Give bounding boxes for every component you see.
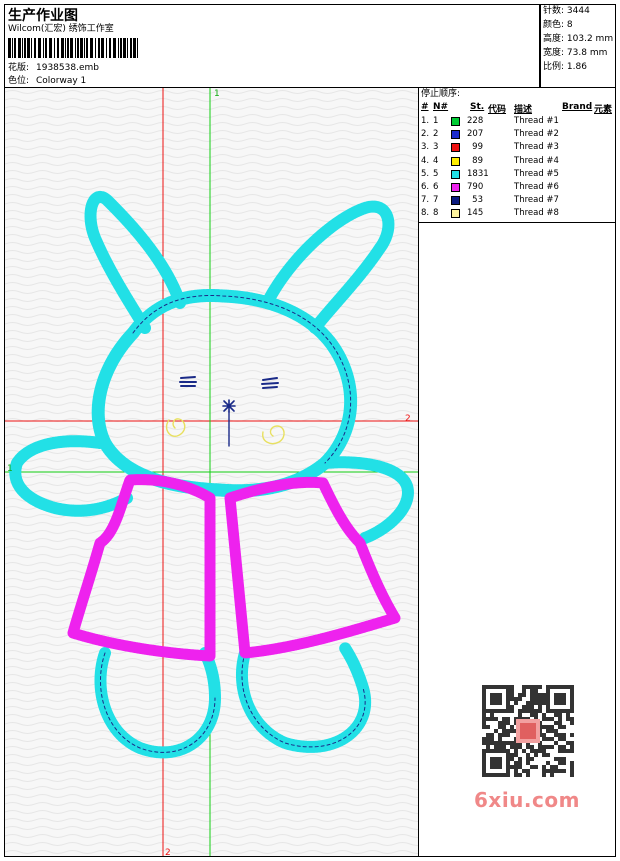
marker-top: 1 [214, 89, 220, 99]
sequence-row: 3. 3 99 Thread #3 [421, 141, 620, 154]
sequence-stitches: 89 [472, 155, 483, 166]
sequence-desc: Thread #7 [514, 195, 559, 206]
thread-color-swatch [451, 209, 460, 219]
marker-bottom: 2 [165, 848, 171, 856]
design-value: 1938538.emb [36, 63, 99, 73]
sequence-stitches: 228 [467, 116, 484, 126]
sequence-needle: 3 [433, 142, 439, 153]
embroidery-drawing: 1 2 2 1 [5, 88, 418, 856]
sequence-title: 停止顺序: [421, 89, 461, 99]
sequence-stitches: 790 [467, 182, 484, 192]
sequence-needle: 5 [433, 168, 439, 179]
sequence-desc: Thread #8 [514, 208, 559, 219]
stat-scale: 比例: 1.86 [543, 62, 587, 72]
thread-color-swatch [451, 183, 460, 192]
sequence-row: 7. 7 53 Thread #7 [421, 194, 620, 207]
sequence-desc: Thread #6 [514, 182, 559, 192]
sequence-num: 6. [421, 182, 430, 192]
nose [222, 399, 236, 413]
watermark-logo: 6xiu.com [474, 788, 580, 812]
sequence-num: 3. [421, 142, 430, 153]
thread-color-swatch [451, 130, 460, 140]
design-label: 花版: [8, 63, 30, 73]
sequence-list: 1. 1 228 Thread #1 2. 2 207 Thread #2 3. 3 99 Threa… [421, 115, 616, 221]
sequence-desc: Thread #4 [514, 155, 559, 166]
sequence-desc: Thread #3 [514, 142, 559, 153]
marker-right: 2 [405, 414, 411, 424]
sequence-needle: 4 [433, 155, 439, 166]
thread-color-swatch [451, 169, 460, 179]
stats-list: 针数: 3444 颜色: 8 高度: 103.2 mm 宽度: 73.8 mm … [543, 4, 613, 74]
sequence-num: 4. [421, 155, 430, 166]
sequence-needle: 7 [433, 195, 439, 206]
sequence-needle: 8 [433, 208, 439, 219]
sequence-row: 8. 8 145 Thread #8 [421, 207, 620, 220]
sequence-needle: 2 [433, 129, 439, 140]
colorway-value: Colorway 1 [36, 76, 87, 86]
page-title: 生产作业图 [8, 8, 78, 24]
stat-colors: 颜色: 8 [543, 20, 573, 30]
sequence-desc: Thread #5 [514, 168, 559, 179]
sequence-stitches: 99 [472, 142, 483, 153]
thread-color-swatch [451, 143, 460, 153]
stat-width: 宽度: 73.8 mm [543, 48, 608, 58]
thread-color-swatch [451, 156, 460, 166]
thread-color-swatch [451, 117, 460, 126]
sequence-row: 1. 1 228 Thread #1 [421, 115, 620, 128]
sequence-stitches: 1831 [467, 168, 489, 179]
sequence-row: 5. 5 1831 Thread #5 [421, 168, 620, 181]
sequence-num: 5. [421, 168, 430, 179]
company-name: Wilcom(汇宏) 绣饰工作室 [8, 24, 114, 34]
sequence-row: 6. 6 790 Thread #6 [421, 181, 620, 194]
sequence-num: 1. [421, 116, 430, 126]
sequence-row: 2. 2 207 Thread #2 [421, 128, 620, 141]
sequence-num: 2. [421, 129, 430, 140]
sequence-num: 7. [421, 195, 430, 206]
sequence-desc: Thread #1 [514, 116, 559, 126]
sequence-needle: 1 [433, 116, 439, 126]
sequence-needle: 6 [433, 182, 439, 192]
sequence-stitches: 207 [467, 129, 484, 140]
sequence-stitches: 53 [472, 195, 483, 206]
stat-stitches: 针数: 3444 [543, 6, 590, 16]
qr-code [468, 681, 580, 781]
sequence-stitches: 145 [467, 208, 484, 219]
marker-left: 1 [7, 464, 13, 474]
sequence-row: 4. 4 89 Thread #4 [421, 155, 620, 168]
sequence-num: 8. [421, 208, 430, 219]
sequence-header: # N# St. 代码 描述 Brand 元素 [421, 102, 613, 115]
sequence-desc: Thread #2 [514, 129, 559, 140]
barcode [8, 38, 140, 58]
colorway-label: 色位: [8, 76, 30, 86]
stat-height: 高度: 103.2 mm [543, 34, 614, 44]
thread-color-swatch [451, 196, 460, 206]
